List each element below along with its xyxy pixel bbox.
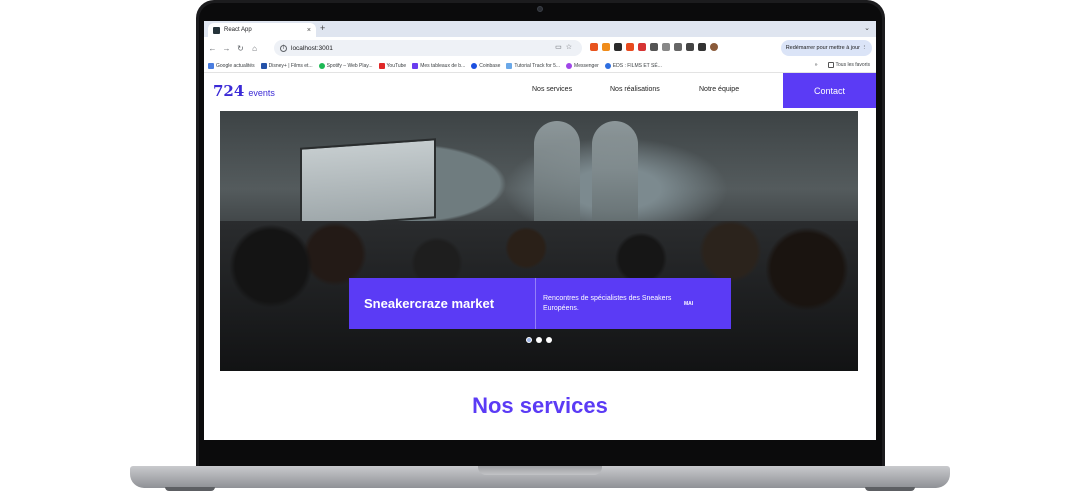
- bookmarks-right: » Tous les favoris: [815, 62, 870, 68]
- nav-link-services[interactable]: Nos services: [532, 86, 572, 93]
- logo-number: 724: [213, 82, 245, 100]
- section-title: Nos services: [472, 393, 608, 418]
- extension-icon[interactable]: [602, 43, 610, 51]
- projector-screen-image: [300, 138, 436, 228]
- chevron-down-icon[interactable]: ⌄: [864, 24, 870, 32]
- bookmark-item[interactable]: Mes tableaux de b...: [412, 62, 465, 69]
- slider-pagination: [526, 337, 552, 343]
- laptop-notch: [478, 466, 602, 475]
- bookmark-item[interactable]: Tutorial Track for 5...: [506, 62, 560, 69]
- avatar[interactable]: [710, 43, 718, 51]
- event-description: Rencontres de spécialistes des Sneakers …: [543, 295, 672, 312]
- extension-icon[interactable]: [614, 43, 622, 51]
- camera-icon: [537, 6, 543, 12]
- hero-slider: Sneakercraze market Rencontres de spécia…: [220, 111, 858, 371]
- hall-window-image: [592, 121, 638, 231]
- reload-icon[interactable]: ↻: [236, 44, 245, 53]
- bookmark-item[interactable]: YouTube: [378, 62, 406, 69]
- extensions-row: [590, 43, 718, 51]
- bookmark-item[interactable]: EDS : FILMS ET SÉ...: [604, 62, 662, 69]
- laptop-foot: [865, 487, 915, 491]
- extension-icon[interactable]: [626, 43, 634, 51]
- close-icon[interactable]: ×: [307, 27, 311, 34]
- mockup-stage: React App × + ⌄ ← → ↻ ⌂ i localhost:3001…: [0, 0, 1080, 500]
- restart-label: Redémarrer pour mettre à jour: [785, 45, 860, 51]
- contact-button[interactable]: Contact: [783, 73, 876, 108]
- address-text: localhost:3001: [291, 44, 333, 52]
- bookmarks-more-button[interactable]: »: [815, 62, 818, 68]
- event-month: MAI: [684, 300, 694, 307]
- sidepanel-icon[interactable]: [698, 43, 706, 51]
- site-header: 724 events Nos services Nos réalisations…: [204, 73, 876, 108]
- slider-dot[interactable]: [536, 337, 542, 343]
- nav-link-equipe[interactable]: Notre équipe: [699, 86, 739, 93]
- bookmark-item[interactable]: Google actualités: [208, 62, 255, 69]
- download-icon[interactable]: [686, 43, 694, 51]
- bookmark-item[interactable]: Messenger: [566, 62, 599, 69]
- laptop-foot: [165, 487, 215, 491]
- hall-window-image: [534, 121, 580, 231]
- react-favicon-icon: [213, 26, 220, 34]
- info-icon[interactable]: i: [280, 44, 287, 52]
- extension-icon[interactable]: [590, 43, 598, 51]
- address-bar[interactable]: i localhost:3001 ▭☆: [274, 40, 582, 56]
- media-icon[interactable]: [674, 43, 682, 51]
- home-icon[interactable]: ⌂: [250, 44, 259, 53]
- new-tab-button[interactable]: +: [320, 23, 325, 33]
- all-bookmarks-folder[interactable]: Tous les favoris: [827, 62, 870, 68]
- site-logo[interactable]: 724 events: [213, 82, 275, 100]
- extension-icon[interactable]: [638, 43, 646, 51]
- contact-label: Contact: [813, 85, 846, 96]
- cast-star-icons[interactable]: ▭☆: [555, 43, 576, 51]
- laptop-screen: React App × + ⌄ ← → ↻ ⌂ i localhost:3001…: [204, 21, 876, 440]
- event-title: Sneakercraze market: [364, 296, 495, 311]
- back-icon[interactable]: ←: [208, 44, 217, 53]
- nav-link-realisations[interactable]: Nos réalisations: [610, 86, 660, 93]
- restart-button[interactable]: Redémarrer pour mettre à jour ⋮: [780, 40, 872, 56]
- bookmark-item[interactable]: Coinbase: [471, 62, 500, 69]
- slider-dot[interactable]: [526, 337, 532, 343]
- bookmarks-bar: Google actualités Disney+ | Films et... …: [204, 59, 876, 73]
- extension-icon[interactable]: [650, 43, 658, 51]
- bookmark-item[interactable]: Disney+ | Films et...: [260, 62, 313, 69]
- event-card[interactable]: Sneakercraze market Rencontres de spécia…: [349, 278, 731, 329]
- browser-tabbar: React App × + ⌄: [204, 21, 876, 37]
- tab-title: React App: [224, 27, 252, 33]
- browser-toolbar: ← → ↻ ⌂ i localhost:3001 ▭☆ Redémarrer p…: [204, 37, 876, 59]
- forward-icon[interactable]: →: [222, 44, 231, 53]
- logo-word: events: [248, 88, 275, 98]
- slider-dot[interactable]: [546, 337, 552, 343]
- browser-tab[interactable]: React App ×: [208, 23, 316, 37]
- puzzle-icon[interactable]: [662, 43, 670, 51]
- bookmark-item[interactable]: Spotify – Web Play...: [318, 62, 373, 69]
